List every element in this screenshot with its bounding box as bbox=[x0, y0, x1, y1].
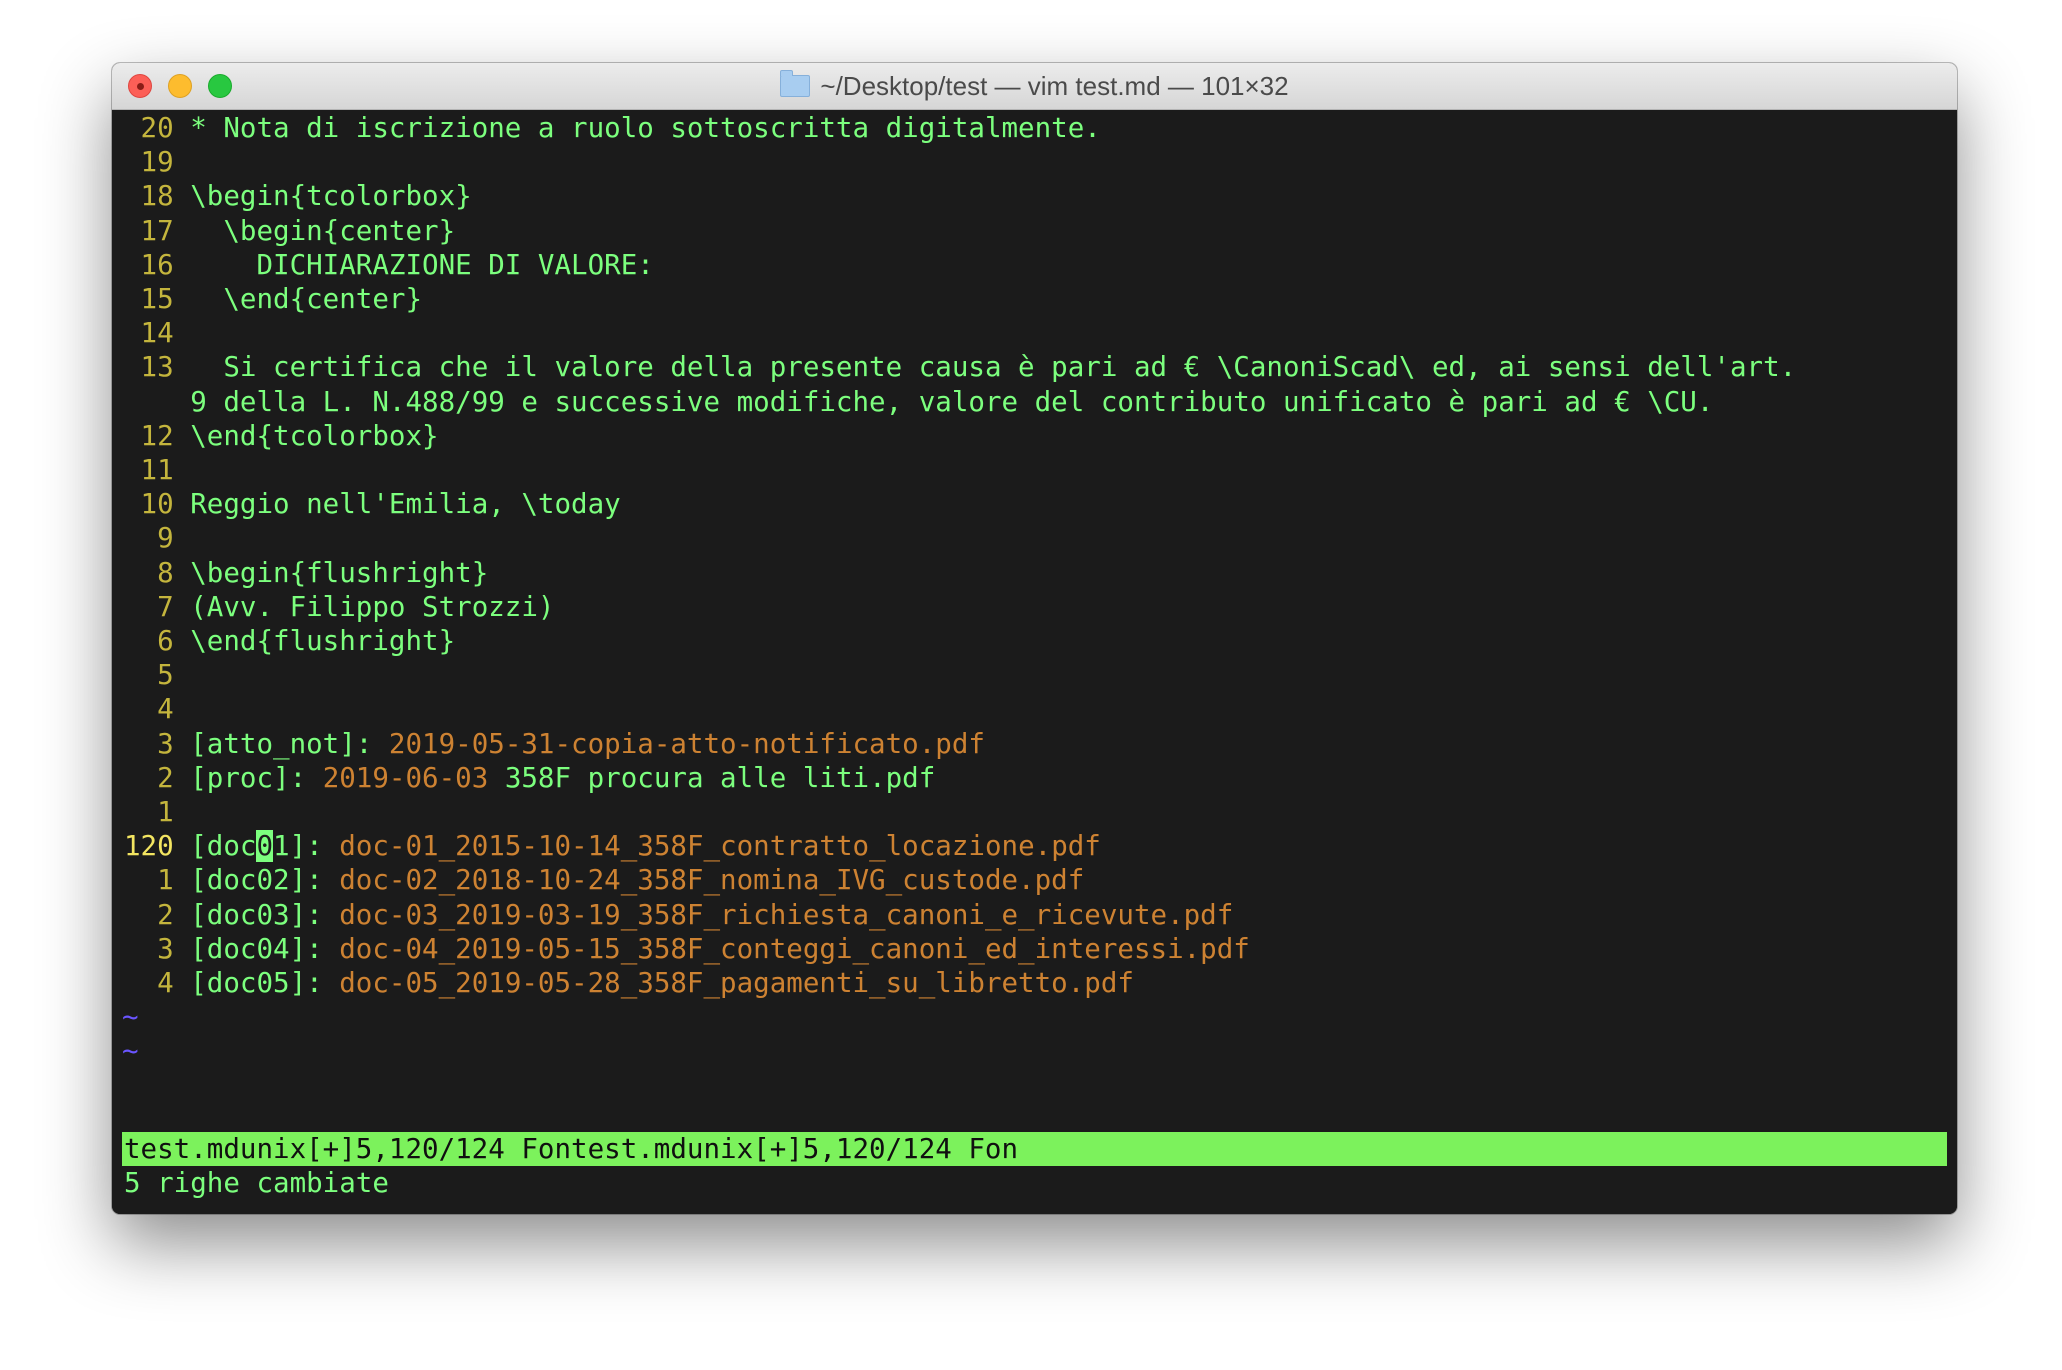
line-number: 12 bbox=[124, 419, 191, 452]
empty-buffer-line: ~ bbox=[122, 1034, 139, 1068]
editor-line[interactable]: 8 \begin{flushright} bbox=[124, 556, 488, 590]
line-number: 20 bbox=[124, 112, 191, 144]
editor-line[interactable]: 5 bbox=[124, 658, 190, 692]
line-number: 4 bbox=[124, 693, 191, 726]
editor-line[interactable]: 1 bbox=[124, 795, 190, 829]
line-number: 15 bbox=[124, 283, 191, 315]
line-text: (Avv. Filippo Strozzi) bbox=[190, 590, 555, 623]
line-number: 14 bbox=[124, 317, 191, 350]
text-cursor: 0 bbox=[256, 830, 274, 863]
editor-line[interactable]: 2 [proc]: 2019-06-03 358F procura alle l… bbox=[124, 761, 935, 795]
line-number: 6 bbox=[124, 625, 191, 657]
command-line[interactable]: 5 righe cambiate bbox=[124, 1166, 389, 1200]
line-text: \end{flushright} bbox=[190, 625, 456, 657]
tilde-marker: ~ bbox=[122, 1001, 139, 1034]
editor-line[interactable]: 6 \end{flushright} bbox=[124, 624, 455, 658]
line-number: 4 bbox=[124, 967, 191, 999]
link-label: [doc bbox=[190, 830, 257, 863]
editor-line[interactable]: 4 [doc05]: doc-05_2019-05-28_358F_pagame… bbox=[124, 966, 1134, 1000]
editor-line[interactable]: 2 [doc03]: doc-03_2019-03-19_358F_richie… bbox=[124, 898, 1233, 932]
editor-line[interactable]: 14 bbox=[124, 316, 190, 350]
editor-line[interactable]: 16 DICHIARAZIONE DI VALORE: bbox=[124, 248, 654, 282]
link-path: doc-01_2015-10-14_358F_contratto_locazio… bbox=[339, 830, 1101, 863]
link-path: doc-02_2018-10-24_358F_nomina_IVG_custod… bbox=[339, 864, 1085, 897]
editor-line[interactable]: 17 \begin{center} bbox=[124, 214, 456, 248]
line-text: \begin{center} bbox=[190, 214, 456, 247]
line-number: 2 bbox=[124, 898, 191, 931]
line-number: 18 bbox=[124, 180, 191, 213]
line-number: 9 bbox=[124, 522, 191, 555]
editor-line[interactable]: 4 bbox=[124, 692, 190, 726]
tilde-marker: ~ bbox=[122, 1035, 139, 1068]
current-line-number: 120 bbox=[124, 830, 191, 863]
editor-line[interactable]: 10 Reggio nell'Emilia, \today bbox=[124, 487, 621, 521]
line-number bbox=[124, 386, 190, 418]
line-number: 1 bbox=[124, 796, 191, 828]
line-number: 16 bbox=[124, 248, 191, 281]
line-text: \end{center} bbox=[190, 283, 423, 315]
link-label: [proc]: bbox=[190, 761, 323, 794]
status-line: test.mdunix[+]5,120/124 Fontest.mdunix[+… bbox=[122, 1132, 1947, 1166]
line-number: 8 bbox=[124, 556, 191, 589]
editor-line[interactable]: 1 [doc02]: doc-02_2018-10-24_358F_nomina… bbox=[124, 863, 1084, 897]
line-number: 7 bbox=[124, 590, 191, 623]
window-title: ~/Desktop/test — vim test.md — 101×32 bbox=[820, 70, 1289, 101]
link-path: doc-05_2019-05-28_358F_pagamenti_su_libr… bbox=[339, 967, 1134, 999]
link-path: 2019-05-31-copia-atto-notificato.pdf bbox=[388, 727, 985, 760]
line-number: 3 bbox=[124, 932, 191, 965]
editor-line[interactable]: 20 * Nota di iscrizione a ruolo sottoscr… bbox=[124, 111, 1101, 145]
vim-editor[interactable]: 20 * Nota di iscrizione a ruolo sottoscr… bbox=[112, 110, 1957, 1214]
link-label: [doc04]: bbox=[190, 932, 340, 965]
folder-icon bbox=[780, 70, 811, 97]
link-label: 1]: bbox=[273, 830, 340, 863]
line-text: \begin{tcolorbox} bbox=[190, 180, 472, 213]
line-text: \end{tcolorbox} bbox=[190, 419, 439, 452]
line-text: 9 della L. N.488/99 e successive modific… bbox=[190, 385, 1714, 418]
title-bar[interactable]: ~/Desktop/test — vim test.md — 101×32 bbox=[112, 63, 1957, 110]
link-label: [doc05]: bbox=[190, 967, 340, 999]
empty-buffer-line: ~ bbox=[122, 1000, 139, 1034]
line-text: Reggio nell'Emilia, \today bbox=[190, 488, 621, 521]
line-number: 17 bbox=[124, 214, 191, 247]
window-title-area: ~/Desktop/test — vim test.md — 101×32 bbox=[112, 63, 1957, 109]
link-path: doc-03_2019-03-19_358F_richiesta_canoni_… bbox=[339, 898, 1234, 931]
link-path: doc-04_2019-05-15_358F_conteggi_canoni_e… bbox=[339, 932, 1250, 965]
line-text: DICHIARAZIONE DI VALORE: bbox=[190, 248, 654, 281]
editor-line[interactable]: 7 (Avv. Filippo Strozzi) bbox=[124, 590, 554, 624]
editor-line[interactable]: 3 [doc04]: doc-04_2019-05-15_358F_conteg… bbox=[124, 932, 1250, 966]
line-number: 10 bbox=[124, 488, 191, 521]
editor-line[interactable]: 12 \end{tcolorbox} bbox=[124, 419, 439, 453]
editor-line[interactable]: 3 [atto_not]: 2019-05-31-copia-atto-noti… bbox=[124, 727, 985, 761]
link-path-rest: 358F procura alle liti.pdf bbox=[488, 761, 936, 794]
editor-line[interactable]: 9 bbox=[124, 521, 190, 555]
line-number: 13 bbox=[124, 351, 191, 384]
line-number: 3 bbox=[124, 727, 191, 760]
link-label: [doc02]: bbox=[190, 864, 340, 897]
editor-line[interactable]: 15 \end{center} bbox=[124, 282, 422, 316]
line-text: Si certifica che il valore della present… bbox=[190, 351, 1797, 384]
line-number: 5 bbox=[124, 659, 191, 692]
editor-line[interactable]: 13 Si certifica che il valore della pres… bbox=[124, 350, 1797, 384]
line-text: \begin{flushright} bbox=[190, 556, 489, 589]
editor-line[interactable]: 9 della L. N.488/99 e successive modific… bbox=[124, 385, 1713, 419]
line-number: 1 bbox=[124, 864, 191, 897]
line-number: 11 bbox=[124, 454, 191, 486]
line-number: 19 bbox=[124, 146, 191, 179]
link-label: [atto_not]: bbox=[190, 727, 389, 760]
link-label: [doc03]: bbox=[190, 898, 340, 931]
link-path: 2019-06-03 bbox=[322, 761, 489, 794]
terminal-window: ~/Desktop/test — vim test.md — 101×32 20… bbox=[112, 63, 1957, 1214]
line-number: 2 bbox=[124, 761, 191, 794]
editor-line[interactable]: 19 bbox=[124, 145, 190, 179]
line-text: * Nota di iscrizione a ruolo sottoscritt… bbox=[190, 112, 1101, 144]
cursor-line[interactable]: 120 [doc01]: doc-01_2015-10-14_358F_cont… bbox=[124, 829, 1101, 863]
editor-line[interactable]: 11 bbox=[124, 453, 190, 487]
editor-line[interactable]: 18 \begin{tcolorbox} bbox=[124, 179, 472, 213]
